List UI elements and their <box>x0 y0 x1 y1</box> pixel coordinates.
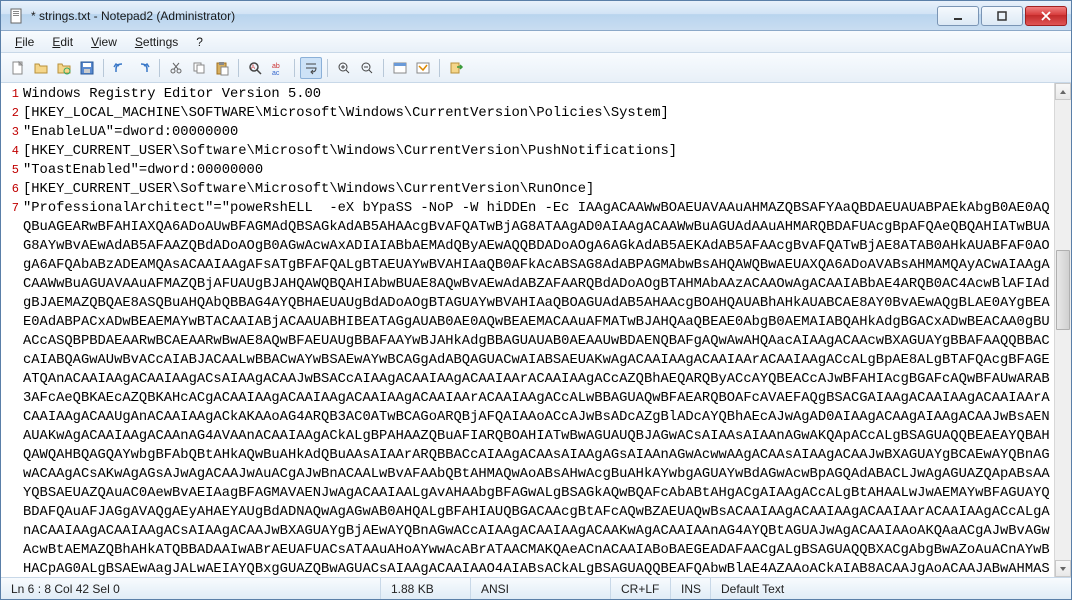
scrollbar-track[interactable] <box>1055 100 1071 560</box>
redo-button[interactable] <box>132 57 154 79</box>
menu-view[interactable]: View <box>83 33 125 51</box>
maximize-button[interactable] <box>981 6 1023 26</box>
app-icon <box>9 8 25 24</box>
line-number: 6 <box>3 180 19 199</box>
scheme-button[interactable] <box>389 57 411 79</box>
line-text[interactable]: Windows Registry Editor Version 5.00 <box>23 85 1050 104</box>
svg-text:A: A <box>251 65 255 71</box>
browse-button[interactable] <box>53 57 75 79</box>
editor-line[interactable]: 3"EnableLUA"=dword:00000000 <box>3 123 1050 142</box>
line-number: 3 <box>3 123 19 142</box>
app-window: * strings.txt - Notepad2 (Administrator)… <box>0 0 1072 600</box>
editor-line[interactable]: 2[HKEY_LOCAL_MACHINE\SOFTWARE\Microsoft\… <box>3 104 1050 123</box>
new-file-button[interactable] <box>7 57 29 79</box>
line-number: 1 <box>3 85 19 104</box>
line-text[interactable]: "EnableLUA"=dword:00000000 <box>23 123 1050 142</box>
toolbar-separator <box>294 59 295 77</box>
svg-text:ab: ab <box>272 63 280 70</box>
toolbar-separator <box>103 59 104 77</box>
menu-edit[interactable]: Edit <box>44 33 81 51</box>
status-encoding[interactable]: ANSI <box>471 578 611 599</box>
editor-line[interactable]: 5"ToastEnabled"=dword:00000000 <box>3 161 1050 180</box>
editor-line[interactable]: 1Windows Registry Editor Version 5.00 <box>3 85 1050 104</box>
toolbar-separator <box>238 59 239 77</box>
word-wrap-button[interactable] <box>300 57 322 79</box>
zoom-in-button[interactable] <box>333 57 355 79</box>
line-number: 2 <box>3 104 19 123</box>
status-filetype[interactable]: Default Text <box>711 578 1071 599</box>
cut-button[interactable] <box>165 57 187 79</box>
scrollbar-thumb[interactable] <box>1056 250 1070 330</box>
replace-button[interactable]: abac <box>267 57 289 79</box>
status-position[interactable]: Ln 6 : 8 Col 42 Sel 0 <box>1 578 381 599</box>
menu-settings[interactable]: Settings <box>127 33 186 51</box>
scroll-up-button[interactable] <box>1055 83 1071 100</box>
editor-line[interactable]: 6[HKEY_CURRENT_USER\Software\Microsoft\W… <box>3 180 1050 199</box>
line-text[interactable]: [HKEY_LOCAL_MACHINE\SOFTWARE\Microsoft\W… <box>23 104 1050 123</box>
paste-button[interactable] <box>211 57 233 79</box>
open-file-button[interactable] <box>30 57 52 79</box>
editor-line[interactable]: 7"ProfessionalArchitect"="poweRshELL -eX… <box>3 199 1050 577</box>
status-insert-mode[interactable]: INS <box>671 578 711 599</box>
line-text[interactable]: "ProfessionalArchitect"="poweRshELL -eX … <box>23 199 1050 577</box>
line-text[interactable]: "ToastEnabled"=dword:00000000 <box>23 161 1050 180</box>
save-button[interactable] <box>76 57 98 79</box>
line-number: 7 <box>3 199 19 218</box>
menu-bar: File Edit View Settings ? <box>1 31 1071 53</box>
line-number: 4 <box>3 142 19 161</box>
svg-text:ac: ac <box>272 70 280 76</box>
close-button[interactable] <box>1025 6 1067 26</box>
line-text[interactable]: [HKEY_CURRENT_USER\Software\Microsoft\Wi… <box>23 142 1050 161</box>
editor-line[interactable]: 4[HKEY_CURRENT_USER\Software\Microsoft\W… <box>3 142 1050 161</box>
toolbar-separator <box>383 59 384 77</box>
line-text[interactable]: [HKEY_CURRENT_USER\Software\Microsoft\Wi… <box>23 180 1050 199</box>
zoom-out-button[interactable] <box>356 57 378 79</box>
find-button[interactable]: A <box>244 57 266 79</box>
menu-help[interactable]: ? <box>188 33 211 51</box>
toolbar: A abac <box>1 53 1071 83</box>
editor-area[interactable]: 1Windows Registry Editor Version 5.002[H… <box>1 83 1071 577</box>
undo-button[interactable] <box>109 57 131 79</box>
status-filesize[interactable]: 1.88 KB <box>381 578 471 599</box>
vertical-scrollbar[interactable] <box>1054 83 1071 577</box>
title-bar[interactable]: * strings.txt - Notepad2 (Administrator) <box>1 1 1071 31</box>
scroll-down-button[interactable] <box>1055 560 1071 577</box>
minimize-button[interactable] <box>937 6 979 26</box>
launch-button[interactable] <box>445 57 467 79</box>
status-bar: Ln 6 : 8 Col 42 Sel 0 1.88 KB ANSI CR+LF… <box>1 577 1071 599</box>
toolbar-separator <box>159 59 160 77</box>
status-eol[interactable]: CR+LF <box>611 578 671 599</box>
copy-button[interactable] <box>188 57 210 79</box>
window-title: * strings.txt - Notepad2 (Administrator) <box>31 9 937 23</box>
line-number: 5 <box>3 161 19 180</box>
toolbar-separator <box>439 59 440 77</box>
menu-file[interactable]: File <box>7 33 42 51</box>
toolbar-separator <box>327 59 328 77</box>
customize-button[interactable] <box>412 57 434 79</box>
text-content[interactable]: 1Windows Registry Editor Version 5.002[H… <box>1 83 1054 577</box>
